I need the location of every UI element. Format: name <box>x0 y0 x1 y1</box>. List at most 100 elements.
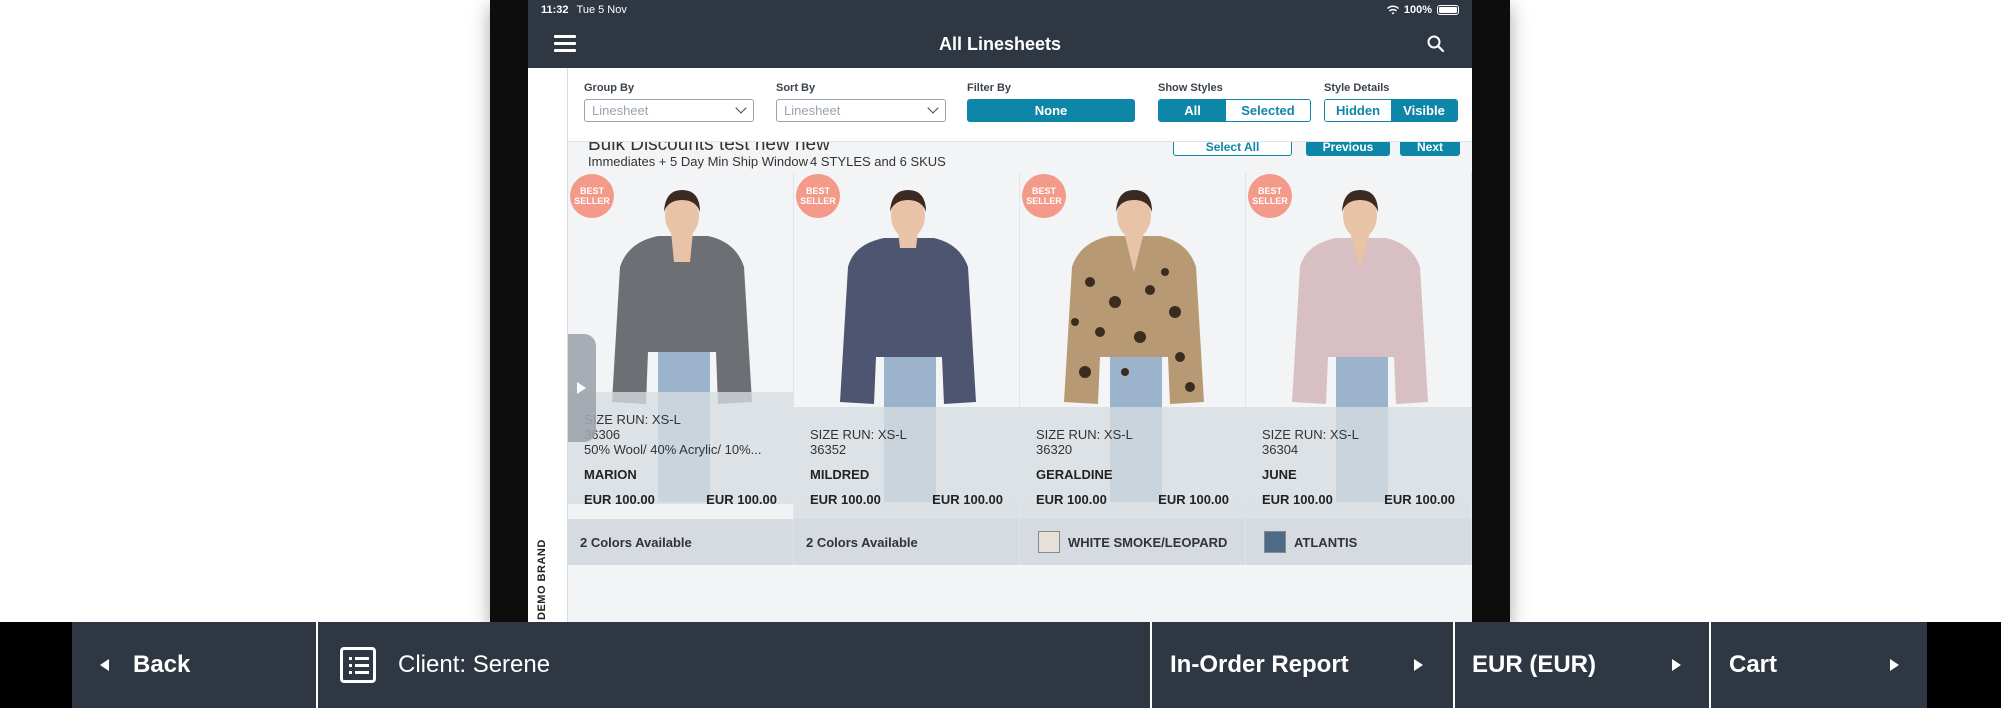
product-name: MARION <box>584 467 637 482</box>
material: 50% Wool/ 40% Acrylic/ 10%... <box>584 442 762 457</box>
color-label: 2 Colors Available <box>580 534 692 550</box>
linesheet-count: 4 STYLES and 6 SKUS <box>810 154 946 169</box>
size-run: SIZE RUN: XS-L <box>1262 427 1359 442</box>
retail-price: EUR 100.00 <box>706 492 777 507</box>
page-title: All Linesheets <box>938 33 1062 54</box>
color-label: ATLANTIS <box>1294 534 1358 550</box>
bottom-toolbar: Back Client: Serene In-Order Report EUR … <box>0 622 2001 708</box>
caret-right-icon <box>1414 659 1423 671</box>
search-icon[interactable] <box>1426 34 1446 54</box>
product-card[interactable]: BEST SELLER SIZE RUN: XS-L 36352 MILDRED … <box>794 172 1020 565</box>
style-number: 36352 <box>810 442 847 457</box>
color-availability: 2 Colors Available <box>794 519 1019 565</box>
product-card[interactable]: BEST SELLER SIZE RUN: XS-L 36304 JUNE EUR… <box>1246 172 1472 565</box>
color-label: 2 Colors Available <box>806 534 918 550</box>
previous-button[interactable]: Previous <box>1306 142 1390 156</box>
chevron-down-icon <box>735 102 747 114</box>
caret-right-icon <box>1890 659 1899 671</box>
color-swatch[interactable] <box>1038 531 1060 553</box>
battery-icon <box>1437 5 1459 15</box>
caret-left-icon <box>100 659 109 671</box>
show-styles: Show Styles All Selected <box>1158 82 1311 122</box>
style-number: 36304 <box>1262 442 1299 457</box>
cart-button[interactable]: Cart <box>1711 622 1927 708</box>
size-run: SIZE RUN: XS-L <box>810 427 907 442</box>
filter-by-button[interactable]: None <box>967 99 1135 122</box>
wholesale-price: EUR 100.00 <box>1262 492 1333 507</box>
show-styles-label: Show Styles <box>1158 82 1223 94</box>
battery-percent: 100% <box>1403 4 1432 16</box>
product-name: JUNE <box>1262 467 1297 482</box>
group-by: Group By Linesheet <box>584 82 754 122</box>
client-button[interactable]: Client: Serene <box>318 622 1152 708</box>
report-label: In-Order Report <box>1170 651 1349 678</box>
linesheet-subtitle: Immediates + 5 Day Min Ship Window <box>588 154 809 169</box>
filter-by: Filter By None <box>967 82 1135 122</box>
style-details-label: Style Details <box>1324 82 1390 94</box>
product-name: GERALDINE <box>1036 467 1113 482</box>
product-card[interactable]: BEST SELLER SIZE RUN: XS-L 36320 GERALDIN… <box>1020 172 1246 565</box>
group-by-value: Linesheet <box>592 103 649 118</box>
best-seller-badge: BEST SELLER <box>1022 174 1066 218</box>
status-right: 100% <box>1386 4 1459 16</box>
style-details-hidden[interactable]: Hidden <box>1325 100 1391 121</box>
cart-label: Cart <box>1729 651 1778 678</box>
group-by-select[interactable]: Linesheet <box>584 99 754 122</box>
filter-by-label: Filter By <box>967 82 1012 94</box>
style-details-visible[interactable]: Visible <box>1391 100 1457 121</box>
client-label: Client: Serene <box>398 651 551 678</box>
back-label: Back <box>133 651 191 678</box>
list-icon <box>340 647 376 683</box>
status-bar: 11:32 Tue 5 Nov 100% <box>528 0 1472 20</box>
sort-by-value: Linesheet <box>784 103 841 118</box>
size-run: SIZE RUN: XS-L <box>584 412 681 427</box>
color-availability: WHITE SMOKE/LEOPARD <box>1020 519 1245 565</box>
back-button[interactable]: Back <box>72 622 318 708</box>
product-name: MILDRED <box>810 467 870 482</box>
show-styles-all[interactable]: All <box>1159 100 1226 121</box>
brand-label: DEMO BRAND <box>536 539 548 620</box>
color-availability: ATLANTIS <box>1246 519 1471 565</box>
group-by-label: Group By <box>584 82 635 94</box>
chevron-down-icon <box>927 102 939 114</box>
wholesale-price: EUR 100.00 <box>810 492 881 507</box>
color-label: WHITE SMOKE/LEOPARD <box>1068 534 1228 550</box>
wifi-icon <box>1386 5 1399 15</box>
style-details-toggle: Hidden Visible <box>1324 99 1458 122</box>
wholesale-price: EUR 100.00 <box>1036 492 1107 507</box>
retail-price: EUR 100.00 <box>1384 492 1455 507</box>
sort-by: Sort By Linesheet <box>776 82 946 122</box>
currency-label: EUR (EUR) <box>1472 651 1596 678</box>
stage: 11:32 Tue 5 Nov 100% All Linesheets DEMO… <box>0 0 2016 722</box>
status-time: 11:32 <box>541 4 569 16</box>
select-all-button[interactable]: Select All <box>1173 142 1292 156</box>
chevron-right-icon <box>577 382 586 394</box>
currency-button[interactable]: EUR (EUR) <box>1455 622 1711 708</box>
caret-right-icon <box>1672 659 1681 671</box>
best-seller-badge: BEST SELLER <box>1248 174 1292 218</box>
status-date: Tue 5 Nov <box>576 4 627 16</box>
best-seller-badge: BEST SELLER <box>796 174 840 218</box>
filter-bar: Group By Linesheet Sort By Linesheet Fil… <box>568 68 1472 142</box>
brand-strip: DEMO BRAND <box>528 68 568 622</box>
sort-by-label: Sort By <box>776 82 816 94</box>
ipad-screen: 11:32 Tue 5 Nov 100% All Linesheets DEMO… <box>528 0 1472 622</box>
drawer-handle[interactable] <box>568 334 596 442</box>
show-styles-selected[interactable]: Selected <box>1226 100 1310 121</box>
show-styles-toggle: All Selected <box>1158 99 1311 122</box>
style-number: 36320 <box>1036 442 1073 457</box>
retail-price: EUR 100.00 <box>1158 492 1229 507</box>
color-swatch[interactable] <box>1264 531 1286 553</box>
in-order-report-button[interactable]: In-Order Report <box>1152 622 1455 708</box>
next-button[interactable]: Next <box>1400 142 1460 156</box>
wholesale-price: EUR 100.00 <box>584 492 655 507</box>
retail-price: EUR 100.00 <box>932 492 1003 507</box>
best-seller-badge: BEST SELLER <box>570 174 614 218</box>
size-run: SIZE RUN: XS-L <box>1036 427 1133 442</box>
product-card[interactable]: BEST SELLER SIZE RUN: XS-L 36306 50% Wool… <box>568 172 794 565</box>
color-availability: 2 Colors Available <box>568 519 793 565</box>
linesheet-header: Bulk Discounts test new new Immediates +… <box>568 142 1472 172</box>
sort-by-select[interactable]: Linesheet <box>776 99 946 122</box>
style-details: Style Details Hidden Visible <box>1324 82 1458 122</box>
menu-icon[interactable] <box>554 35 576 53</box>
